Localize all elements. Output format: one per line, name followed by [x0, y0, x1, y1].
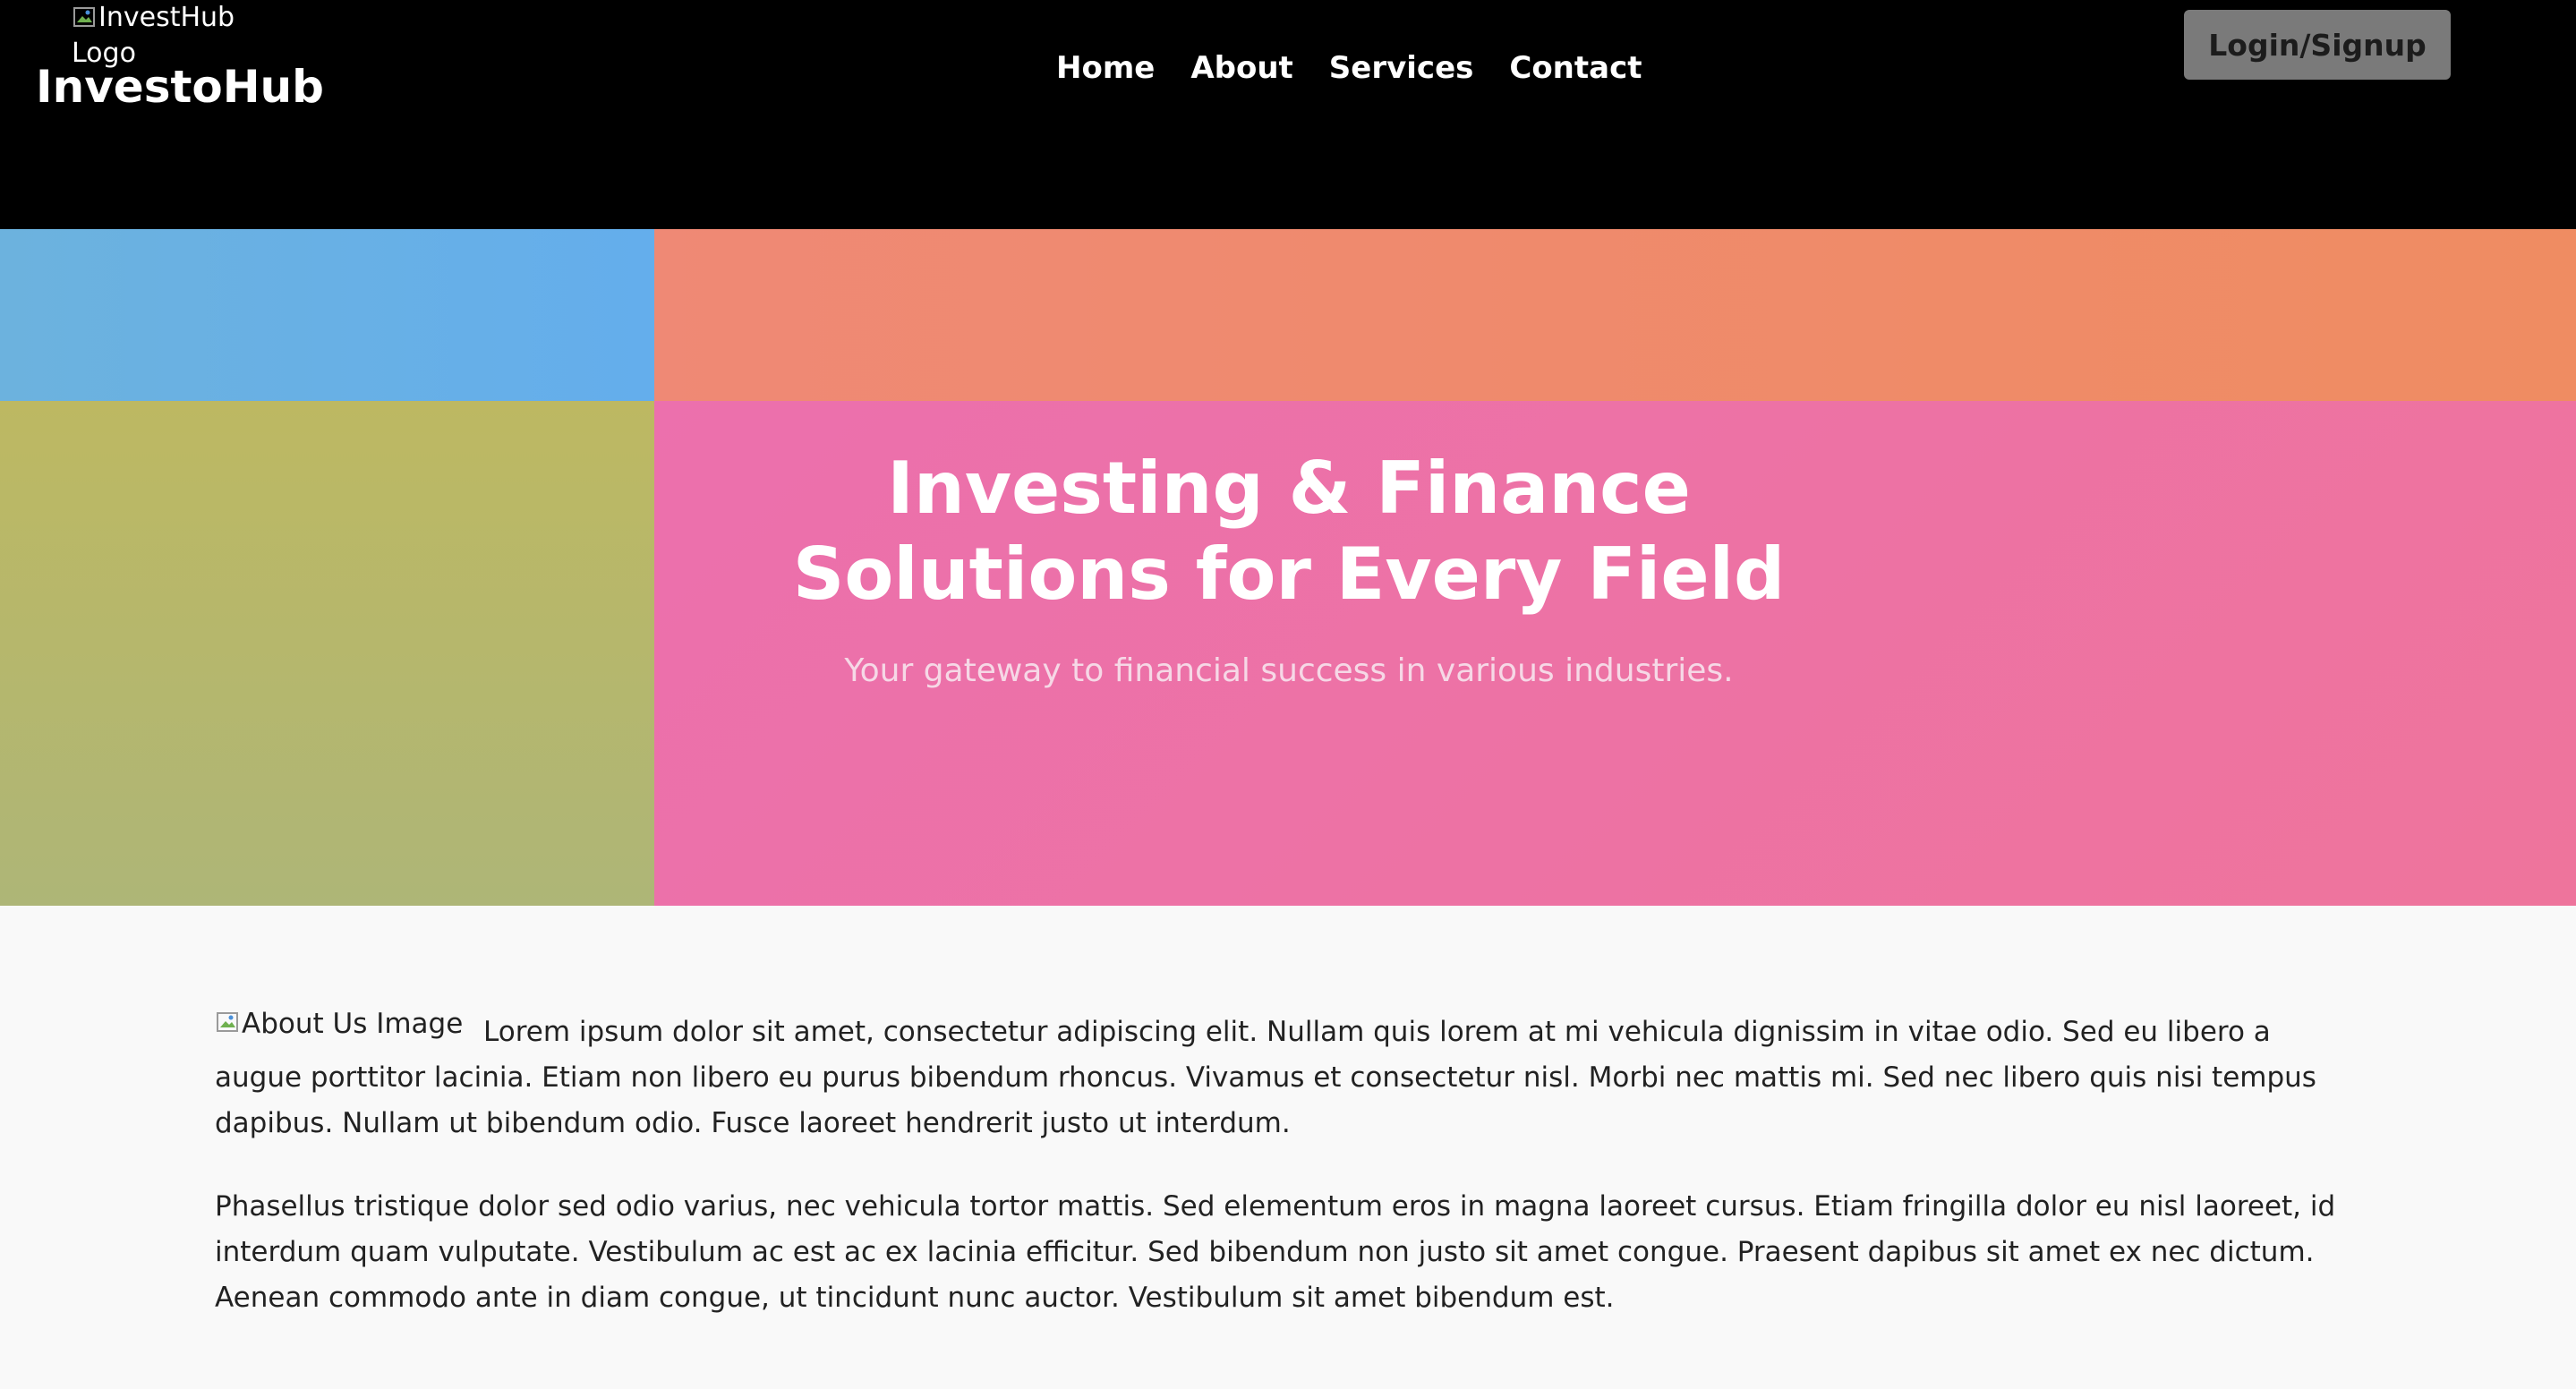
hero-tile-orange — [654, 229, 2576, 401]
nav-link-home[interactable]: Home — [1038, 45, 1173, 91]
broken-image-icon — [72, 4, 98, 31]
hero-section: Investing & Finance Solutions for Every … — [0, 229, 2576, 906]
about-section: About Us Image Lorem ipsum dolor sit ame… — [215, 1008, 2363, 1359]
about-paragraph-1: Lorem ipsum dolor sit amet, consectetur … — [215, 1016, 2316, 1139]
site-header: InvestHub Logo InvestoHub Home About Ser… — [0, 0, 2576, 229]
about-image-alt-text: About Us Image — [242, 1008, 464, 1040]
about-image: About Us Image — [215, 999, 483, 1052]
brand-name[interactable]: InvestoHub — [36, 55, 324, 118]
main-nav: Home About Services Contact — [1038, 45, 1660, 91]
hero-tile-olive — [0, 401, 654, 906]
hero-subtitle: Your gateway to financial success in var… — [844, 652, 1734, 689]
about-paragraph-2: Phasellus tristique dolor sed odio variu… — [215, 1190, 2336, 1314]
nav-link-about[interactable]: About — [1173, 45, 1310, 91]
hero-title: Investing & Finance Solutions for Every … — [792, 447, 1786, 616]
nav-link-contact[interactable]: Contact — [1491, 45, 1659, 91]
broken-image-icon — [215, 1002, 242, 1032]
login-signup-button[interactable]: Login/Signup — [2184, 10, 2451, 80]
hero-tile-blue — [0, 229, 654, 401]
nav-link-services[interactable]: Services — [1311, 45, 1492, 91]
